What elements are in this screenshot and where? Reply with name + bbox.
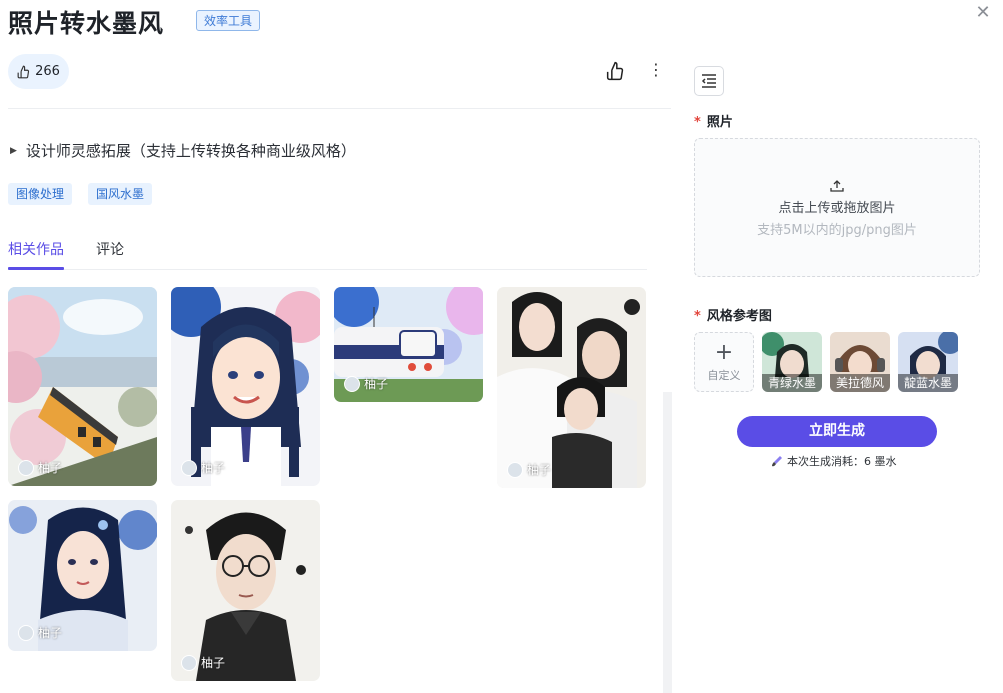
avatar — [181, 459, 197, 476]
description-toggle[interactable]: ▶ 设计师灵感拓展（支持上传转换各种商业级风格） — [10, 140, 356, 161]
tab-related-works[interactable]: 相关作品 — [8, 239, 64, 259]
custom-style-label: 自定义 — [707, 369, 741, 382]
cost-info: 本次生成消耗：6 墨水 — [771, 453, 897, 469]
gallery-card[interactable]: 柚子 — [171, 287, 320, 486]
gallery-card[interactable]: 柚子 — [171, 500, 320, 681]
author-tag: 柚子 — [181, 654, 225, 671]
caret-right-icon: ▶ — [10, 145, 17, 156]
tab-comments[interactable]: 评论 — [96, 239, 124, 259]
gallery-card[interactable]: 柚子 — [8, 287, 157, 486]
category-tag: 效率工具 — [196, 10, 261, 31]
generate-button[interactable]: 立即生成 — [737, 416, 937, 447]
more-options-icon[interactable]: ⋮ — [648, 62, 664, 80]
upload-instruction: 点击上传或拖放图片 — [778, 201, 896, 216]
like-count-button[interactable]: 266 — [8, 54, 69, 89]
thumbs-up-icon — [17, 65, 30, 78]
custom-style-button[interactable]: + 自定义 — [694, 332, 754, 392]
header-divider — [8, 108, 671, 109]
gallery-card[interactable]: 柚子 — [334, 287, 483, 402]
artwork-image — [497, 287, 646, 488]
active-tab-indicator — [8, 267, 64, 270]
author-tag: 柚子 — [18, 624, 62, 641]
artwork-image — [8, 287, 157, 486]
avatar — [344, 375, 360, 392]
avatar — [18, 624, 34, 641]
avatar — [181, 654, 197, 671]
photo-upload-dropzone[interactable]: 点击上传或拖放图片 支持5M以内的jpg/png图片 — [694, 138, 980, 277]
tag-image-processing[interactable]: 图像处理 — [8, 183, 73, 205]
gallery-card[interactable]: 柚子 — [8, 500, 157, 651]
avatar — [507, 461, 523, 478]
artwork-image — [171, 287, 320, 486]
style-option[interactable]: 青绿水墨 — [762, 332, 822, 392]
upload-hint: 支持5M以内的jpg/png图片 — [757, 223, 917, 238]
description-text: 设计师灵感拓展（支持上传转换各种商业级风格） — [25, 142, 356, 160]
photo-field-label: * 照片 — [694, 115, 733, 130]
style-label: 美拉德风 — [830, 374, 890, 392]
like-count: 266 — [35, 64, 60, 79]
avatar — [18, 459, 34, 476]
tabs-divider — [8, 269, 647, 270]
like-button[interactable] — [606, 61, 626, 81]
author-tag: 柚子 — [344, 375, 388, 392]
author-tag: 柚子 — [18, 459, 62, 476]
gallery-card[interactable]: 柚子 — [497, 287, 646, 488]
close-icon[interactable]: ✕ — [973, 3, 993, 23]
tag-ink-style[interactable]: 国风水墨 — [88, 183, 153, 205]
style-label: 青绿水墨 — [762, 374, 822, 392]
upload-icon — [830, 180, 844, 192]
ink-brush-icon — [772, 456, 782, 467]
page-title: 照片转水墨风 — [8, 9, 165, 38]
style-option[interactable]: 靛蓝水墨 — [898, 332, 958, 392]
plus-icon: + — [714, 340, 734, 365]
collapse-panel-button[interactable] — [694, 66, 724, 96]
cost-text: 本次生成消耗：6 墨水 — [787, 455, 897, 468]
style-field-label: * 风格参考图 — [694, 309, 772, 324]
scrollbar[interactable] — [663, 392, 672, 693]
author-tag: 柚子 — [507, 461, 551, 478]
style-option[interactable]: 美拉德风 — [830, 332, 890, 392]
thumbs-up-icon — [606, 61, 624, 81]
style-label: 靛蓝水墨 — [898, 374, 958, 392]
author-tag: 柚子 — [181, 459, 225, 476]
indent-icon — [701, 74, 716, 88]
